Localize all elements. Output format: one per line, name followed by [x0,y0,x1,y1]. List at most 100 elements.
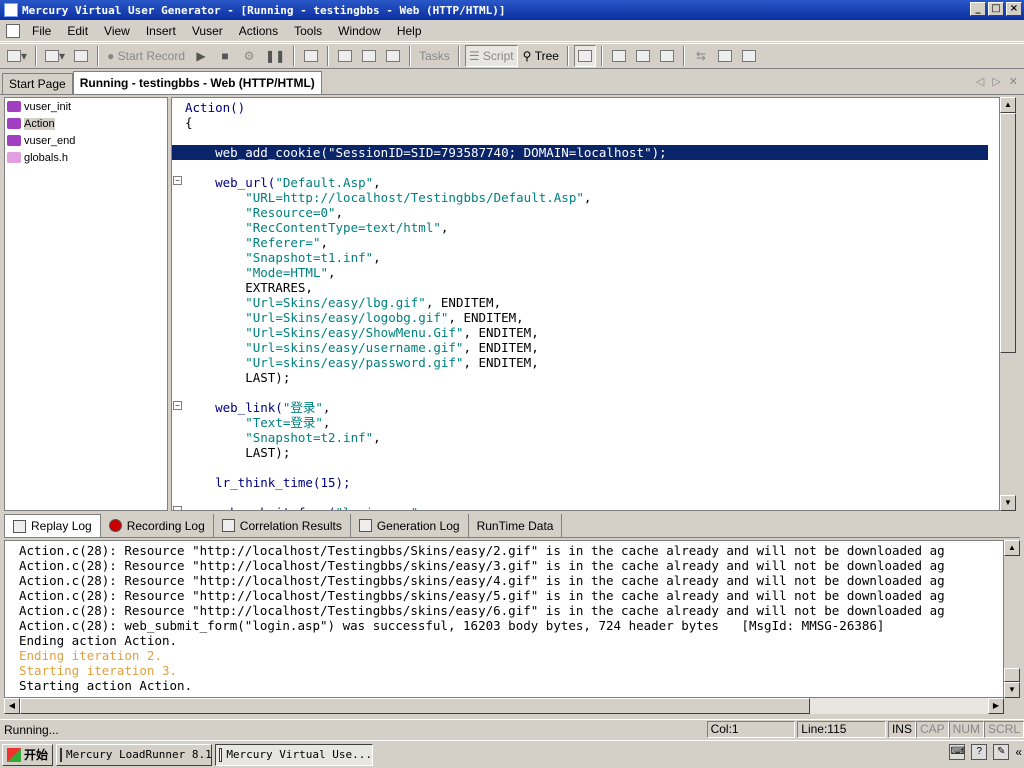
output-tabs: Replay Log Recording Log Correlation Res… [4,514,1020,538]
tasks-button[interactable]: Tasks [416,45,453,67]
taskbar-item-vugen[interactable]: Mercury Virtual Use... [215,743,374,766]
bookmark-icon [362,50,377,62]
maximize-button[interactable]: □ [988,2,1004,16]
action-icon [7,118,21,129]
tree-item-label: vuser_init [24,100,72,113]
scroll-up-icon[interactable]: ▲ [1000,97,1016,113]
tree-icon: ⚲ [522,49,535,63]
close-button[interactable]: × [1006,2,1022,16]
scroll-up-icon[interactable]: ▲ [1004,540,1020,556]
code-line: LAST); [185,445,291,460]
tab-prev-icon[interactable]: ◁ [976,75,984,88]
parameter-button[interactable] [714,45,736,67]
code-line: "Resource=0", [245,205,344,220]
taskbar-item-loadrunner[interactable]: Mercury LoadRunner 8.1 [56,743,213,766]
tab-replay-log[interactable]: Replay Log [4,514,101,537]
run-step-button[interactable] [300,45,322,67]
parameter-icon [717,50,732,62]
scrollbar-thumb[interactable] [20,698,810,714]
export-button[interactable] [738,45,760,67]
menu-insert[interactable]: Insert [138,24,184,38]
menu-edit[interactable]: Edit [59,24,96,38]
tree-item-vuser-init[interactable]: vuser_init [5,98,167,115]
run-button[interactable]: ▶ [190,45,212,67]
menu-help[interactable]: Help [389,24,430,38]
scroll-right-icon[interactable]: ▶ [988,698,1004,714]
scrollbar-thumb[interactable] [1004,668,1020,682]
minimize-button[interactable]: _ [970,2,986,16]
replay-log-icon [13,519,26,533]
fold-toggle-icon[interactable]: − [173,506,182,510]
code-line: "Mode=HTML", [245,265,336,280]
compile-button[interactable]: ⚙ [238,45,260,67]
scrollbar-thumb[interactable] [1000,113,1016,353]
tab-next-icon[interactable]: ▷ [992,75,1000,88]
snapshot-button-1[interactable] [608,45,630,67]
replay-log-output[interactable]: Action.c(28): Resource "http://localhost… [4,540,1004,698]
snapshot-button-3[interactable] [656,45,678,67]
log-line: Ending iteration 2. [19,648,162,663]
tab-running-script[interactable]: Running - testingbbs - Web (HTTP/HTML) [72,71,322,94]
fold-toggle-icon[interactable]: − [173,401,182,410]
save-button[interactable] [70,45,92,67]
tab-runtime-data[interactable]: RunTime Data [469,514,563,537]
document-tabs: Start Page Running - testingbbs - Web (H… [0,71,1024,95]
stop-button[interactable]: ■ [214,45,236,67]
log-text: Action.c(28): Resource "http://localhost… [19,543,945,693]
tab-close-icon[interactable]: ✕ [1009,75,1018,88]
pause-button[interactable]: ❚❚ [262,45,288,67]
menu-vuser[interactable]: Vuser [184,24,231,38]
menu-file[interactable]: File [24,24,59,38]
menu-actions[interactable]: Actions [231,24,286,38]
start-record-button[interactable]: ● Start Record [104,45,188,67]
snapshot-button-2[interactable] [632,45,654,67]
tree-view-button[interactable]: ⚲ Tree [520,45,562,67]
code-line: EXTRARES, [185,280,313,295]
scroll-left-icon[interactable]: ◀ [4,698,20,714]
goto-button[interactable] [382,45,404,67]
tray-expand-button[interactable]: « [1015,745,1022,759]
code-line: "Referer=", [245,235,329,250]
script-view-button[interactable]: ☰ Script [464,45,518,67]
action-tree: vuser_init Action vuser_end globals.h [4,97,168,511]
tree-item-vuser-end[interactable]: vuser_end [5,132,167,149]
tab-generation-log[interactable]: Generation Log [351,514,469,537]
tree-item-globals[interactable]: globals.h [5,149,167,166]
scroll-down-icon[interactable]: ▼ [1000,495,1016,511]
log-horizontal-scrollbar[interactable]: ◀ ▶ [4,698,1004,714]
tab-label: Replay Log [31,519,92,533]
title-bar: Mercury Virtual User Generator - [Runnin… [0,0,1024,20]
tab-correlation-results[interactable]: Correlation Results [214,514,351,537]
open-button[interactable]: ▾ [42,45,68,67]
fold-toggle-icon[interactable]: − [173,176,182,185]
tab-start-page[interactable]: Start Page [2,73,73,94]
bookmark-button[interactable] [358,45,380,67]
menu-view[interactable]: View [96,24,138,38]
toolbar-separator [600,46,603,66]
tree-item-action[interactable]: Action [5,115,167,132]
code-line: web_add_cookie("SessionID=SID=793587740;… [172,145,988,160]
menu-tools[interactable]: Tools [286,24,330,38]
play-icon: ▶ [196,49,206,63]
script-icon: ☰ [468,49,483,63]
start-button[interactable]: 开始 [2,743,54,766]
output-window-toggle[interactable] [573,45,596,67]
help-icon[interactable]: ? [971,744,988,760]
new-script-button[interactable]: ▾ [4,45,30,67]
script-editor[interactable]: − − − Action(){ web_add_cookie("SessionI… [171,97,1000,511]
log-vertical-scrollbar[interactable]: ▲ ▼ [1004,540,1020,698]
refresh-button[interactable]: ⇆ [690,45,712,67]
menu-window[interactable]: Window [330,24,389,38]
breakpoint-icon [338,50,353,62]
tree-view-label: Tree [534,49,559,63]
log-line: Action.c(28): Resource "http://localhost… [19,603,945,618]
keyboard-icon[interactable]: ⌨ [949,744,966,760]
code-line: web_url("Default.Asp", [185,175,381,190]
action-icon [7,135,21,146]
document-icon[interactable] [6,23,20,38]
scroll-down-icon[interactable]: ▼ [1004,682,1020,698]
ime-icon[interactable]: ✎ [993,744,1010,760]
tab-recording-log[interactable]: Recording Log [101,514,214,537]
editor-vertical-scrollbar[interactable]: ▲ ▼ [1000,97,1016,511]
breakpoint-button[interactable] [334,45,356,67]
